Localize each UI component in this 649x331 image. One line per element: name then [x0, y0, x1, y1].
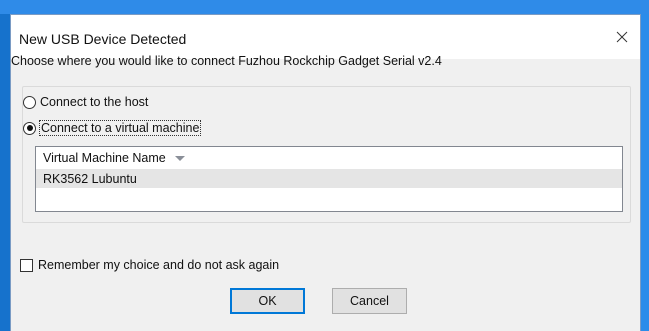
desktop-background-top — [0, 0, 649, 14]
cancel-button[interactable]: Cancel — [332, 288, 407, 314]
radio-label-vm: Connect to a virtual machine — [38, 120, 202, 136]
close-button[interactable] — [604, 23, 640, 51]
radio-selected-dot — [26, 125, 33, 131]
vm-list-item-name: RK3562 Lubuntu — [43, 171, 137, 186]
radio-button-vm[interactable] — [23, 121, 36, 135]
radio-connect-host[interactable]: Connect to the host — [23, 94, 148, 110]
column-header-label: Virtual Machine Name — [43, 150, 166, 165]
virtual-machine-list[interactable]: Virtual Machine Name RK3562 Lubuntu — [35, 146, 623, 212]
radio-label-host: Connect to the host — [40, 95, 149, 109]
remember-choice-checkbox-row[interactable]: Remember my choice and do not ask again — [20, 257, 279, 273]
radio-button-host[interactable] — [23, 95, 36, 109]
radio-connect-vm[interactable]: Connect to a virtual machine — [23, 120, 202, 136]
desktop-background-right — [641, 14, 649, 331]
sort-down-arrow-icon — [174, 155, 185, 161]
remember-choice-label: Remember my choice and do not ask again — [38, 258, 280, 272]
ok-button[interactable]: OK — [230, 288, 305, 314]
column-header-vm-name[interactable]: Virtual Machine Name — [36, 147, 622, 168]
vm-list-item[interactable]: RK3562 Lubuntu — [36, 169, 622, 188]
dialog-prompt: Choose where you would like to connect F… — [11, 54, 442, 68]
close-icon — [616, 31, 628, 43]
remember-choice-checkbox[interactable] — [20, 258, 33, 272]
dialog-title: New USB Device Detected — [19, 31, 187, 47]
desktop-background-left — [0, 14, 10, 331]
